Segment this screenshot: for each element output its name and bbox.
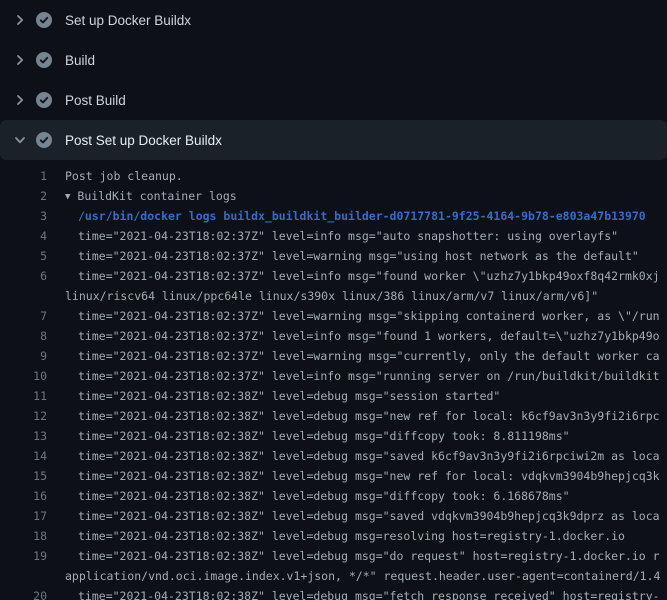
log-line: 19 time="2021-04-23T18:02:38Z" level=debu… [0,546,667,566]
log-line: 17 time="2021-04-23T18:02:38Z" level=debu… [0,506,667,526]
chevron-down-icon[interactable] [12,132,28,148]
log-text: time="2021-04-23T18:02:37Z" level=info m… [78,226,618,246]
log-text: time="2021-04-23T18:02:37Z" level=info m… [78,366,660,386]
log-text: time="2021-04-23T18:02:38Z" level=debug … [78,526,625,546]
log-line-number[interactable]: 10 [0,366,47,386]
log-line: linux/riscv64 linux/ppc64le linux/s390x … [0,286,667,306]
log-line-number[interactable]: 2 [0,186,47,206]
log-line-number[interactable]: 19 [0,546,47,566]
log-line: 12 time="2021-04-23T18:02:38Z" level=debu… [0,406,667,426]
log-line-number[interactable]: 4 [0,226,47,246]
log-text: linux/riscv64 linux/ppc64le linux/s390x … [65,286,598,306]
log-line: application/vnd.oci.image.index.v1+json,… [0,566,667,586]
log-text: time="2021-04-23T18:02:37Z" level=warnin… [78,306,660,326]
step-label: Post Set up Docker Buildx [65,133,222,148]
log-line: 18 time="2021-04-23T18:02:38Z" level=debu… [0,526,667,546]
step-label: Set up Docker Buildx [65,13,191,28]
log-line-number[interactable]: 8 [0,326,47,346]
log-line-number[interactable]: 9 [0,346,47,366]
log-text: time="2021-04-23T18:02:37Z" level=warnin… [78,346,660,366]
log-line-number[interactable]: 11 [0,386,47,406]
log-text: time="2021-04-23T18:02:38Z" level=debug … [78,586,660,600]
log-line: 3/usr/bin/docker logs buildx_buildkit_bu… [0,206,667,226]
log-text: application/vnd.oci.image.index.v1+json,… [65,566,660,586]
log-line-number[interactable]: 18 [0,526,47,546]
log-line-number[interactable]: 15 [0,466,47,486]
log-line-number [0,566,47,586]
step-header-post-build[interactable]: Post Build [0,80,667,120]
steps-list: Set up Docker Buildx Build Post Build Post … [0,0,667,160]
log-line: 9 time="2021-04-23T18:02:37Z" level=warni… [0,346,667,366]
log-line: 8 time="2021-04-23T18:02:37Z" level=info … [0,326,667,346]
step-header-set-up-docker-buildx[interactable]: Set up Docker Buildx [0,0,667,40]
log-line-number[interactable]: 7 [0,306,47,326]
log-line: 7 time="2021-04-23T18:02:37Z" level=warni… [0,306,667,326]
step-label: Post Build [65,93,126,108]
log-line: 1 Post job cleanup. [0,166,667,186]
log-line-number [0,286,47,306]
log-text: Post job cleanup. [65,166,183,186]
log-line: 2 ▼ BuildKit container logs [0,186,667,206]
triangle-down-icon[interactable]: ▼ [65,187,70,206]
log-line-number[interactable]: 16 [0,486,47,506]
log-line-number[interactable]: 1 [0,166,47,186]
log-text: time="2021-04-23T18:02:37Z" level=info m… [78,326,660,346]
check-circle-icon [36,52,52,68]
log-line-number[interactable]: 14 [0,446,47,466]
log-line-number[interactable]: 6 [0,266,47,286]
chevron-right-icon[interactable] [12,12,28,28]
step-label: Build [65,53,95,68]
chevron-right-icon[interactable] [12,52,28,68]
log-text: time="2021-04-23T18:02:38Z" level=debug … [78,546,660,566]
log-line: 5 time="2021-04-23T18:02:37Z" level=warni… [0,246,667,266]
check-circle-icon [36,132,52,148]
log-line-number[interactable]: 3 [0,206,47,226]
log-text: time="2021-04-23T18:02:38Z" level=debug … [78,426,570,446]
log-line: 10 time="2021-04-23T18:02:37Z" level=info… [0,366,667,386]
log-line: 11 time="2021-04-23T18:02:38Z" level=debu… [0,386,667,406]
check-circle-icon [36,92,52,108]
log-viewer: 1 Post job cleanup. 2 ▼ BuildKit container l… [0,160,667,600]
log-line-number[interactable]: 5 [0,246,47,266]
log-line-number[interactable]: 20 [0,586,47,600]
log-line: 13 time="2021-04-23T18:02:38Z" level=debu… [0,426,667,446]
log-line: 16 time="2021-04-23T18:02:38Z" level=debu… [0,486,667,506]
log-line: 15 time="2021-04-23T18:02:38Z" level=debu… [0,466,667,486]
step-header-build[interactable]: Build [0,40,667,80]
log-text: time="2021-04-23T18:02:38Z" level=debug … [78,486,570,506]
log-command-text: /usr/bin/docker logs buildx_buildkit_bui… [78,206,646,226]
log-line-number[interactable]: 13 [0,426,47,446]
log-group-title: BuildKit container logs [77,189,236,203]
step-header-post-set-up-docker-buildx[interactable]: Post Set up Docker Buildx [0,120,667,160]
log-line-number[interactable]: 17 [0,506,47,526]
chevron-right-icon[interactable] [12,92,28,108]
log-text: time="2021-04-23T18:02:38Z" level=debug … [78,446,660,466]
log-text: time="2021-04-23T18:02:38Z" level=debug … [78,466,660,486]
log-line: 4 time="2021-04-23T18:02:37Z" level=info … [0,226,667,246]
log-text: time="2021-04-23T18:02:38Z" level=debug … [78,506,660,526]
log-text: time="2021-04-23T18:02:37Z" level=info m… [78,266,660,286]
log-line: 14 time="2021-04-23T18:02:38Z" level=debu… [0,446,667,466]
log-text: time="2021-04-23T18:02:38Z" level=debug … [78,386,500,406]
log-line: 20 time="2021-04-23T18:02:38Z" level=debu… [0,586,667,600]
log-text: time="2021-04-23T18:02:38Z" level=debug … [78,406,660,426]
log-line: 6 time="2021-04-23T18:02:37Z" level=info … [0,266,667,286]
check-circle-icon [36,12,52,28]
log-text: time="2021-04-23T18:02:37Z" level=warnin… [78,246,639,266]
log-line-number[interactable]: 12 [0,406,47,426]
log-text: ▼ BuildKit container logs [65,186,237,206]
